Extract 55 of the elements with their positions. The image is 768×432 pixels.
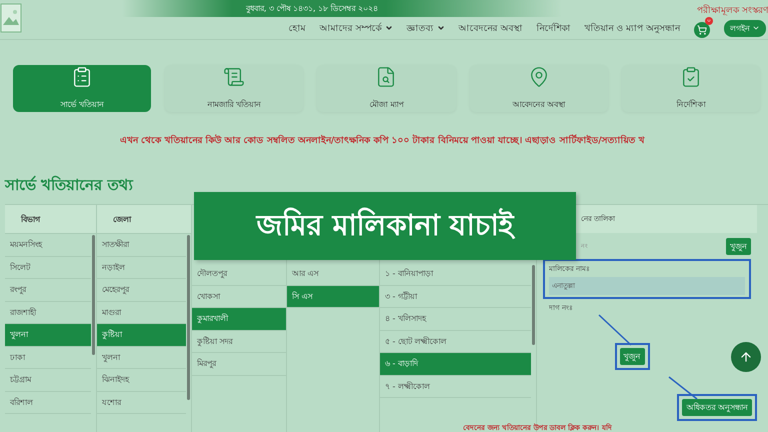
cart-icon: [697, 24, 707, 34]
list-item[interactable]: বরিশাল: [5, 392, 91, 414]
list-item[interactable]: সি এস: [287, 286, 379, 308]
scrollbar[interactable]: [532, 265, 535, 345]
search-button[interactable]: খুজুন: [620, 348, 644, 365]
section-title: সার্ভে খতিয়ানের তথ্য: [5, 174, 134, 196]
list-item[interactable]: কুমারখালী: [192, 308, 286, 330]
column-header: জেলা: [97, 205, 191, 234]
service-tile[interactable]: সার্ভে খতিয়ান: [13, 65, 152, 112]
nav-link[interactable]: আমাদের সম্পর্কে: [320, 20, 393, 36]
list-item[interactable]: ময়মনসিংহ: [5, 234, 91, 256]
version-notice: পরীক্ষামূলক সংস্করণ: [697, 4, 768, 17]
marquee-text: এখন থেকে খতিয়ানের কিউ আর কোড সম্বলিত অনলাইন/তাৎক্ষনিক কপি ১০০ টাকার বিনিময়ে পাওয়া যাচ্ছে। এছাড়াও সার্টিফাইড/সত্যায়িত খ: [119, 133, 646, 148]
scroll-top-button[interactable]: [731, 342, 761, 372]
list-item[interactable]: ৬ - বাড়াদি: [380, 353, 531, 376]
nav-link[interactable]: খতিয়ান ও ম্যাপ অনুসন্ধান: [584, 20, 680, 36]
scroll-icon: [223, 66, 246, 88]
service-tile[interactable]: মৌজা ম্যাপ: [317, 65, 456, 112]
list-item[interactable]: দৌলতপুর: [192, 263, 286, 286]
list-item[interactable]: নড়াইল: [97, 256, 186, 279]
nav-link[interactable]: জ্ঞাতব্য: [406, 20, 445, 36]
list-item[interactable]: কুষ্টিয়া সদর: [192, 330, 286, 353]
list-item[interactable]: মিরপুর: [192, 353, 286, 376]
banner-title: জমির মালিকানা যাচাই: [256, 206, 514, 244]
list-item[interactable]: মেহেরপুর: [97, 279, 186, 302]
list-item[interactable]: ৪ - খলিসাদহ: [380, 308, 531, 330]
service-tile[interactable]: আবেদনের অবস্থা: [470, 65, 608, 112]
search-button[interactable]: খুজুন: [726, 238, 751, 254]
nav-link[interactable]: আবেদনের অবস্থা: [458, 20, 522, 36]
list-item[interactable]: কুষ্টিয়া: [97, 324, 186, 346]
list-item[interactable]: যশোর: [97, 392, 186, 414]
list-item[interactable]: খুলনা: [5, 324, 91, 346]
service-tile[interactable]: নির্দেশিকা: [622, 65, 760, 112]
nav-link[interactable]: নির্দেশিকা: [536, 20, 570, 36]
list-item[interactable]: ১ - বানিয়াপাড়া: [380, 263, 531, 286]
logo-icon[interactable]: [0, 3, 22, 33]
service-tile[interactable]: নামজারি খতিয়ান: [165, 65, 304, 112]
caret-icon: [752, 24, 760, 32]
date-text: বুধবার, ৩ পৌষ ১৪৩১, ১৮ ডিসেম্বর ২০২৪: [246, 2, 378, 15]
column-header: বিভাগ: [5, 205, 96, 234]
list-item[interactable]: ৭ - লক্ষ্মীকোল: [380, 376, 531, 398]
login-button[interactable]: লগইন: [724, 20, 766, 36]
list-item[interactable]: রংপুর: [5, 279, 91, 302]
cart-button[interactable]: [694, 22, 710, 38]
list-item[interactable]: ৩ - গট্টীয়া: [380, 286, 531, 308]
list-item[interactable]: ঢাকা: [5, 346, 91, 369]
list-item[interactable]: খুলনা: [97, 346, 186, 369]
list-item[interactable]: চট্টগ্রাম: [5, 369, 91, 392]
list-item[interactable]: সাতক্ষীরা: [97, 234, 186, 256]
nav-link[interactable]: হোম: [288, 20, 306, 36]
list-item[interactable]: সিলেট: [5, 256, 91, 279]
scrollbar[interactable]: [92, 235, 95, 355]
list-item[interactable]: ঝিনাইদহ: [97, 369, 186, 392]
scrollbar[interactable]: [187, 235, 190, 400]
advanced-search-button[interactable]: অধিকতর অনুসন্ধান: [682, 399, 752, 416]
